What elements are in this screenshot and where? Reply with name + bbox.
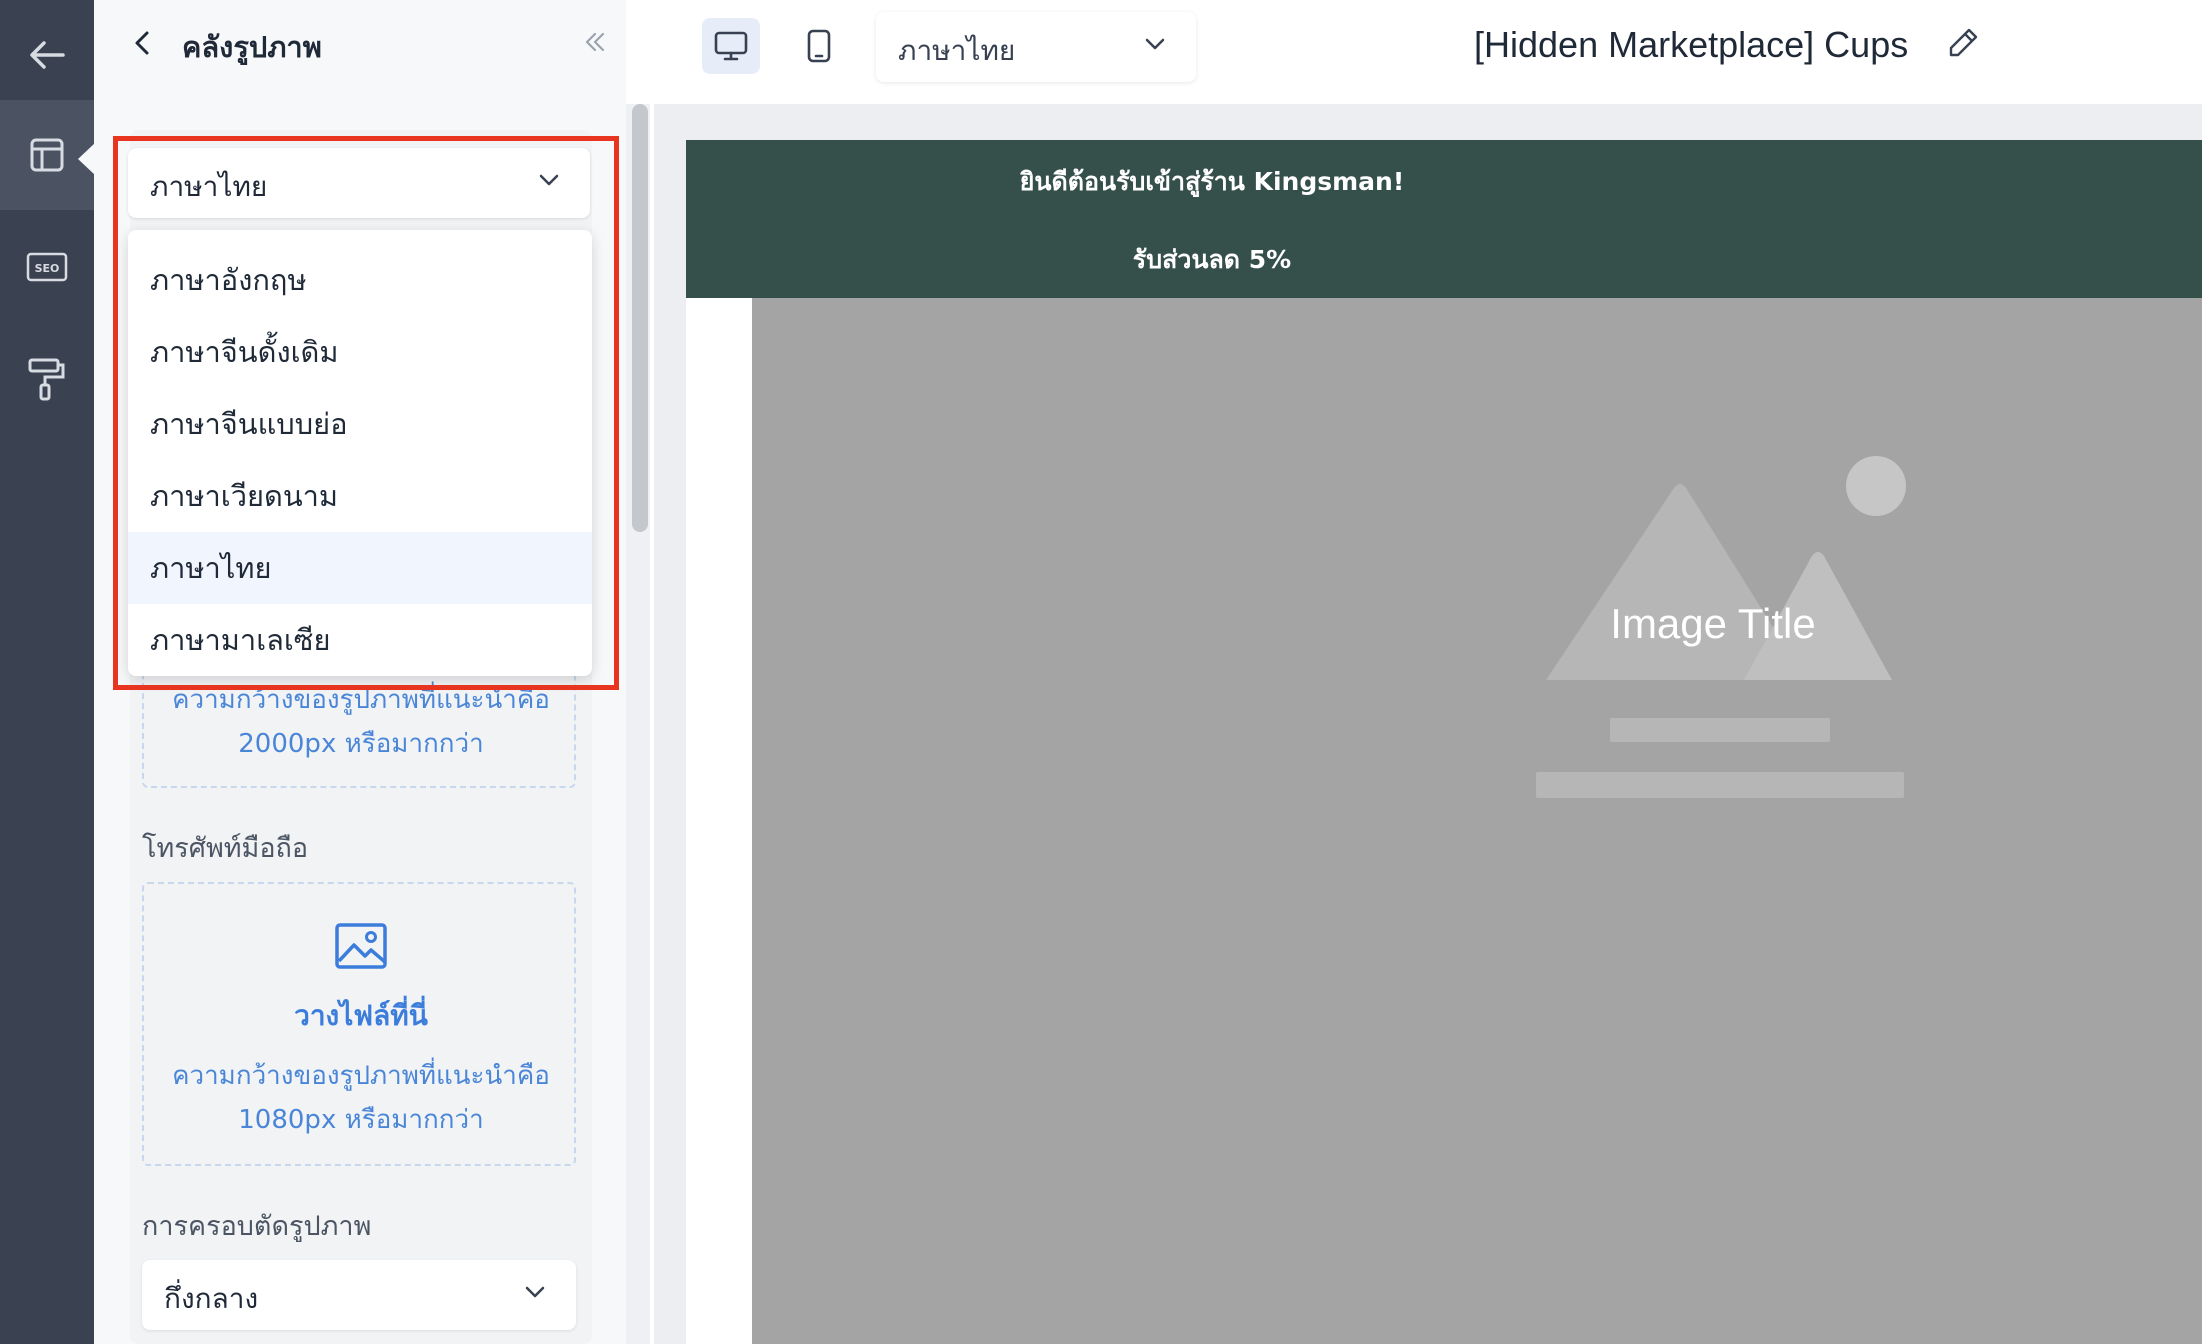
desktop-icon <box>714 31 748 61</box>
preview-language-select[interactable]: ภาษาไทย <box>876 12 1196 82</box>
panel-back-button[interactable] <box>132 28 152 62</box>
dropzone-hint: 1080px หรือมากกว่า <box>238 1105 484 1135</box>
dropzone-cta: วางไฟล์ที่นี่ <box>294 999 428 1032</box>
hero-image-section[interactable] <box>752 298 2202 1344</box>
double-chevron-left-icon <box>585 32 605 52</box>
collapse-panel-button[interactable] <box>584 30 606 58</box>
nav-rail: SEO <box>0 0 94 1344</box>
hero-subtitle-placeholder <box>1610 718 1830 742</box>
chevron-left-icon <box>135 31 149 55</box>
panel-scrollbar-thumb[interactable] <box>632 104 648 532</box>
pencil-icon <box>1949 28 1978 57</box>
crop-position-value: กึ่งกลาง <box>164 1282 259 1315</box>
seo-nav-button[interactable]: SEO <box>0 212 94 322</box>
preview-language-value: ภาษาไทย <box>898 34 1016 67</box>
mobile-icon <box>807 29 831 63</box>
seo-icon: SEO <box>26 252 68 282</box>
crop-label: การครอบตัดรูปภาพ <box>142 1211 372 1242</box>
paint-roller-icon <box>28 358 65 401</box>
image-icon <box>334 922 388 974</box>
banner-discount-text: รับส่วนลด 5% <box>1132 245 1292 274</box>
annotation-highlight-box <box>113 136 619 690</box>
hero-title: Image Title <box>1610 600 1816 647</box>
chevron-down-icon <box>1144 36 1166 55</box>
mobile-label: โทรศัพท์มือถือ <box>142 833 309 864</box>
image-placeholder-icon <box>1546 456 1906 680</box>
chevron-down-icon <box>524 1284 546 1303</box>
desktop-view-button[interactable] <box>702 18 760 74</box>
dropzone-hint: ความกว้างของรูปภาพที่แนะนำคือ <box>172 1061 550 1091</box>
hero-text-placeholder <box>1536 772 1904 798</box>
back-button[interactable] <box>0 0 94 110</box>
banner-welcome-text: ยินดีต้อนรับเข้าสู่ร้าน Kingsman! <box>1019 167 1405 196</box>
announcement-banner: ยินดีต้อนรับเข้าสู่ร้าน Kingsman! รับส่ว… <box>686 140 2202 298</box>
svg-text:SEO: SEO <box>35 262 60 275</box>
layout-icon <box>30 138 64 172</box>
crop-position-select[interactable]: กึ่งกลาง <box>142 1260 576 1330</box>
back-arrow-icon <box>30 41 65 69</box>
edit-title-button[interactable] <box>1946 26 1980 64</box>
page-title: [Hidden Marketplace] Cups <box>1474 24 1909 65</box>
dropzone-hint: 2000px หรือมากกว่า <box>238 729 484 759</box>
mobile-view-button[interactable] <box>790 18 848 74</box>
theme-nav-button[interactable] <box>0 324 94 434</box>
mobile-image-dropzone[interactable]: วางไฟล์ที่นี่ ความกว้างของรูปภาพที่แนะนำ… <box>142 882 576 1166</box>
panel-title: คลังรูปภาพ <box>182 30 322 64</box>
active-nav-pointer <box>78 143 95 175</box>
panel-header: คลังรูปภาพ <box>94 0 626 90</box>
